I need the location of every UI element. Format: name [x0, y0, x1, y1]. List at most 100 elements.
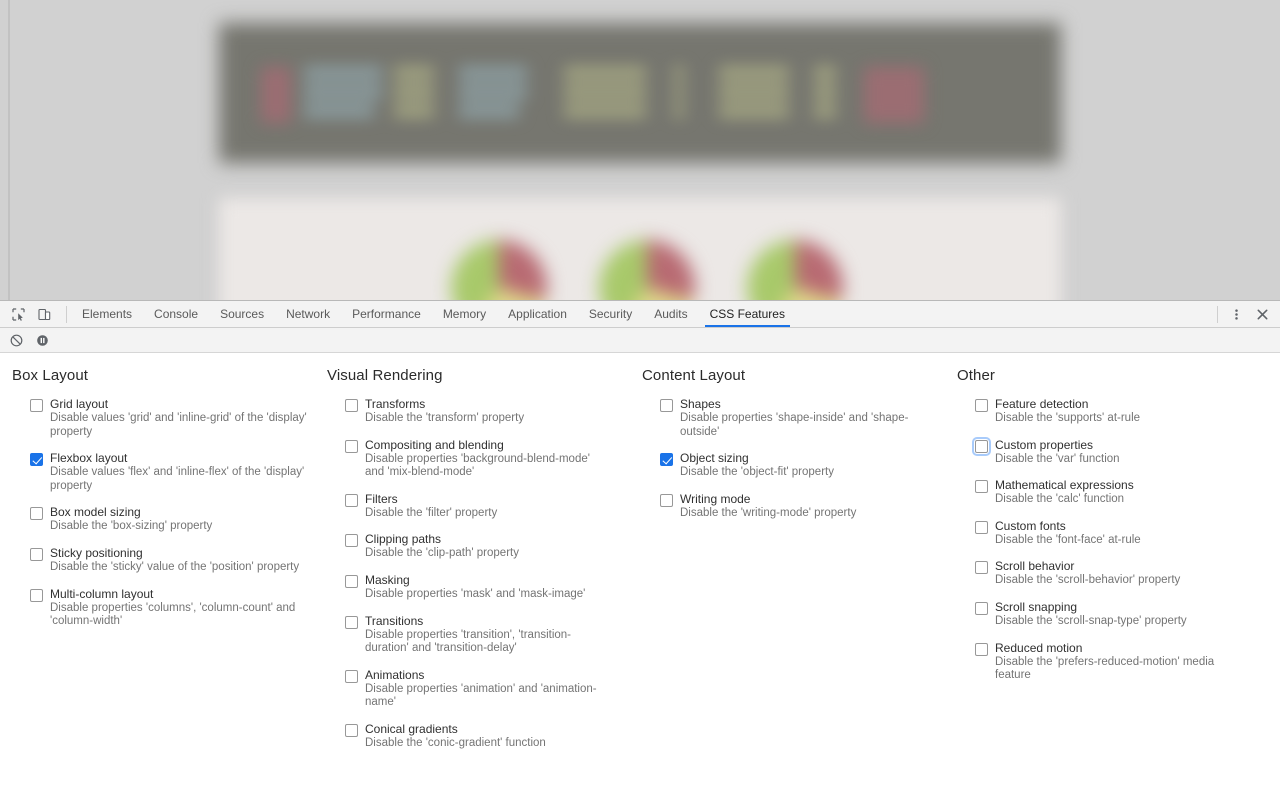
- page-frame-edge: [8, 0, 10, 300]
- tab-elements[interactable]: Elements: [71, 301, 143, 327]
- checkbox-wrapper: [345, 534, 358, 548]
- feature-checkbox[interactable]: [660, 493, 673, 507]
- tab-label: Sources: [220, 307, 265, 321]
- blurred-cell: [564, 67, 646, 79]
- tab-audits[interactable]: Audits: [643, 301, 698, 327]
- feature-checkbox[interactable]: [660, 453, 673, 467]
- feature-row[interactable]: Object sizing Disable the 'object-fit' pr…: [642, 451, 957, 480]
- feature-checkbox[interactable]: [345, 534, 358, 548]
- feature-row[interactable]: Compositing and blending Disable properti…: [327, 438, 642, 480]
- feature-checkbox[interactable]: [30, 588, 43, 602]
- feature-row[interactable]: Scroll behavior Disable the 'scroll-behav…: [957, 559, 1272, 588]
- feature-description: Disable the 'scroll-snap-type' property: [995, 614, 1187, 627]
- tab-application[interactable]: Application: [497, 301, 578, 327]
- feature-checkbox[interactable]: [345, 574, 358, 588]
- feature-text: Masking Disable properties 'mask' and 'ma…: [365, 573, 585, 602]
- tabbar-divider: [66, 305, 67, 323]
- devtools-panel: Elements Console Sources Network Performance…: [0, 300, 1280, 800]
- blurred-cell: [304, 86, 382, 98]
- feature-row[interactable]: Writing mode Disable the 'writing-mode' p…: [642, 492, 957, 521]
- feature-checkbox[interactable]: [345, 615, 358, 629]
- feature-row[interactable]: Conical gradients Disable the 'conic-grad…: [327, 722, 642, 751]
- feature-row[interactable]: Transitions Disable properties 'transitio…: [327, 614, 642, 656]
- feature-checkbox[interactable]: [345, 399, 358, 412]
- pause-circle-icon[interactable]: [31, 330, 53, 350]
- feature-row[interactable]: Masking Disable properties 'mask' and 'ma…: [327, 573, 642, 602]
- feature-row[interactable]: Mathematical expressions Disable the 'cal…: [957, 478, 1272, 507]
- feature-description: Disable the 'supports' at-rule: [995, 412, 1141, 424]
- feature-checkbox[interactable]: [345, 439, 358, 453]
- feature-row[interactable]: Scroll snapping Disable the 'scroll-snap-…: [957, 600, 1272, 629]
- feature-row[interactable]: Filters Disable the 'filter' property: [327, 492, 642, 521]
- feature-checkbox[interactable]: [345, 723, 358, 737]
- feature-name: Compositing and blending: [365, 437, 504, 452]
- tabbar-right-icons: [1213, 301, 1280, 327]
- feature-row[interactable]: Grid layout Disable values 'grid' and 'in…: [12, 397, 327, 439]
- feature-name: Custom fonts: [995, 518, 1066, 533]
- blurred-cell: [394, 67, 434, 79]
- feature-row[interactable]: Clipping paths Disable the 'clip-path' pr…: [327, 532, 642, 561]
- checkbox-wrapper: [972, 436, 991, 456]
- feature-description: Disable properties 'mask' and 'mask-imag…: [365, 587, 586, 600]
- feature-row[interactable]: Sticky positioning Disable the 'sticky' v…: [12, 546, 327, 575]
- blurred-cell: [719, 67, 789, 79]
- tab-network[interactable]: Network: [275, 301, 341, 327]
- feature-checkbox[interactable]: [975, 520, 988, 534]
- feature-checkbox[interactable]: [30, 507, 43, 521]
- feature-checkbox[interactable]: [345, 669, 358, 683]
- tab-css-features[interactable]: CSS Features: [699, 301, 796, 327]
- feature-name: Shapes: [680, 397, 721, 411]
- feature-row[interactable]: Custom fonts Disable the 'font-face' at-r…: [957, 519, 1272, 548]
- feature-row[interactable]: Transforms Disable the 'transform' proper…: [327, 397, 642, 426]
- feature-row[interactable]: Box model sizing Disable the 'box-sizing'…: [12, 505, 327, 534]
- blurred-cell: [564, 86, 646, 98]
- feature-row[interactable]: Animations Disable properties 'animation'…: [327, 668, 642, 710]
- feature-checkbox[interactable]: [660, 399, 673, 412]
- feature-checkbox[interactable]: [30, 399, 43, 412]
- tab-sources[interactable]: Sources: [209, 301, 275, 327]
- feature-checkbox[interactable]: [975, 561, 988, 575]
- feature-row[interactable]: Feature detection Disable the 'supports' …: [957, 397, 1272, 426]
- feature-checkbox[interactable]: [975, 399, 988, 412]
- feature-name: Clipping paths: [365, 532, 442, 547]
- feature-row[interactable]: Reduced motion Disable the 'prefers-reduc…: [957, 641, 1272, 683]
- blurred-cell: [564, 105, 646, 117]
- feature-checkbox[interactable]: [975, 601, 988, 615]
- blurred-cell: [674, 67, 684, 79]
- close-icon[interactable]: [1250, 303, 1274, 325]
- feature-row[interactable]: Custom properties Disable the 'var' funct…: [957, 436, 1272, 467]
- tabbar-left-icons: [0, 301, 62, 327]
- tab-label: Application: [508, 307, 567, 321]
- blurred-cell: [304, 105, 374, 117]
- tab-console[interactable]: Console: [143, 301, 209, 327]
- tab-label: Security: [588, 307, 633, 321]
- feature-description: Disable properties 'background-blend-mod…: [365, 452, 590, 479]
- blurred-pie-chart: [451, 240, 547, 300]
- feature-row[interactable]: Multi-column layout Disable properties 'c…: [12, 587, 327, 629]
- device-toolbar-icon[interactable]: [32, 303, 56, 325]
- tab-label: Network: [286, 307, 331, 321]
- feature-name: Flexbox layout: [50, 451, 128, 466]
- feature-description: Disable the 'object-fit' property: [680, 466, 834, 479]
- feature-text: Filters Disable the 'filter' property: [365, 492, 497, 521]
- checkbox-wrapper: [345, 493, 358, 507]
- tab-performance[interactable]: Performance: [341, 301, 432, 327]
- checkbox-wrapper: [30, 588, 43, 602]
- tab-security[interactable]: Security: [578, 301, 643, 327]
- feature-checkbox[interactable]: [975, 480, 988, 494]
- feature-checkbox[interactable]: [972, 436, 991, 456]
- feature-checkbox[interactable]: [975, 642, 988, 656]
- more-vertical-icon[interactable]: [1224, 303, 1248, 325]
- checkbox-wrapper: [660, 453, 673, 467]
- column-title: Other: [957, 367, 996, 384]
- inspect-element-icon[interactable]: [6, 303, 30, 325]
- feature-row[interactable]: Shapes Disable properties 'shape-inside' …: [642, 397, 957, 439]
- feature-checkbox[interactable]: [30, 453, 43, 467]
- feature-checkbox[interactable]: [345, 493, 358, 507]
- tab-memory[interactable]: Memory: [432, 301, 497, 327]
- feature-name: Conical gradients: [365, 721, 458, 736]
- no-entry-clear-icon[interactable]: [5, 330, 27, 350]
- feature-name: Reduced motion: [995, 640, 1083, 655]
- feature-checkbox[interactable]: [30, 547, 43, 561]
- feature-row[interactable]: Flexbox layout Disable values 'flex' and …: [12, 451, 327, 493]
